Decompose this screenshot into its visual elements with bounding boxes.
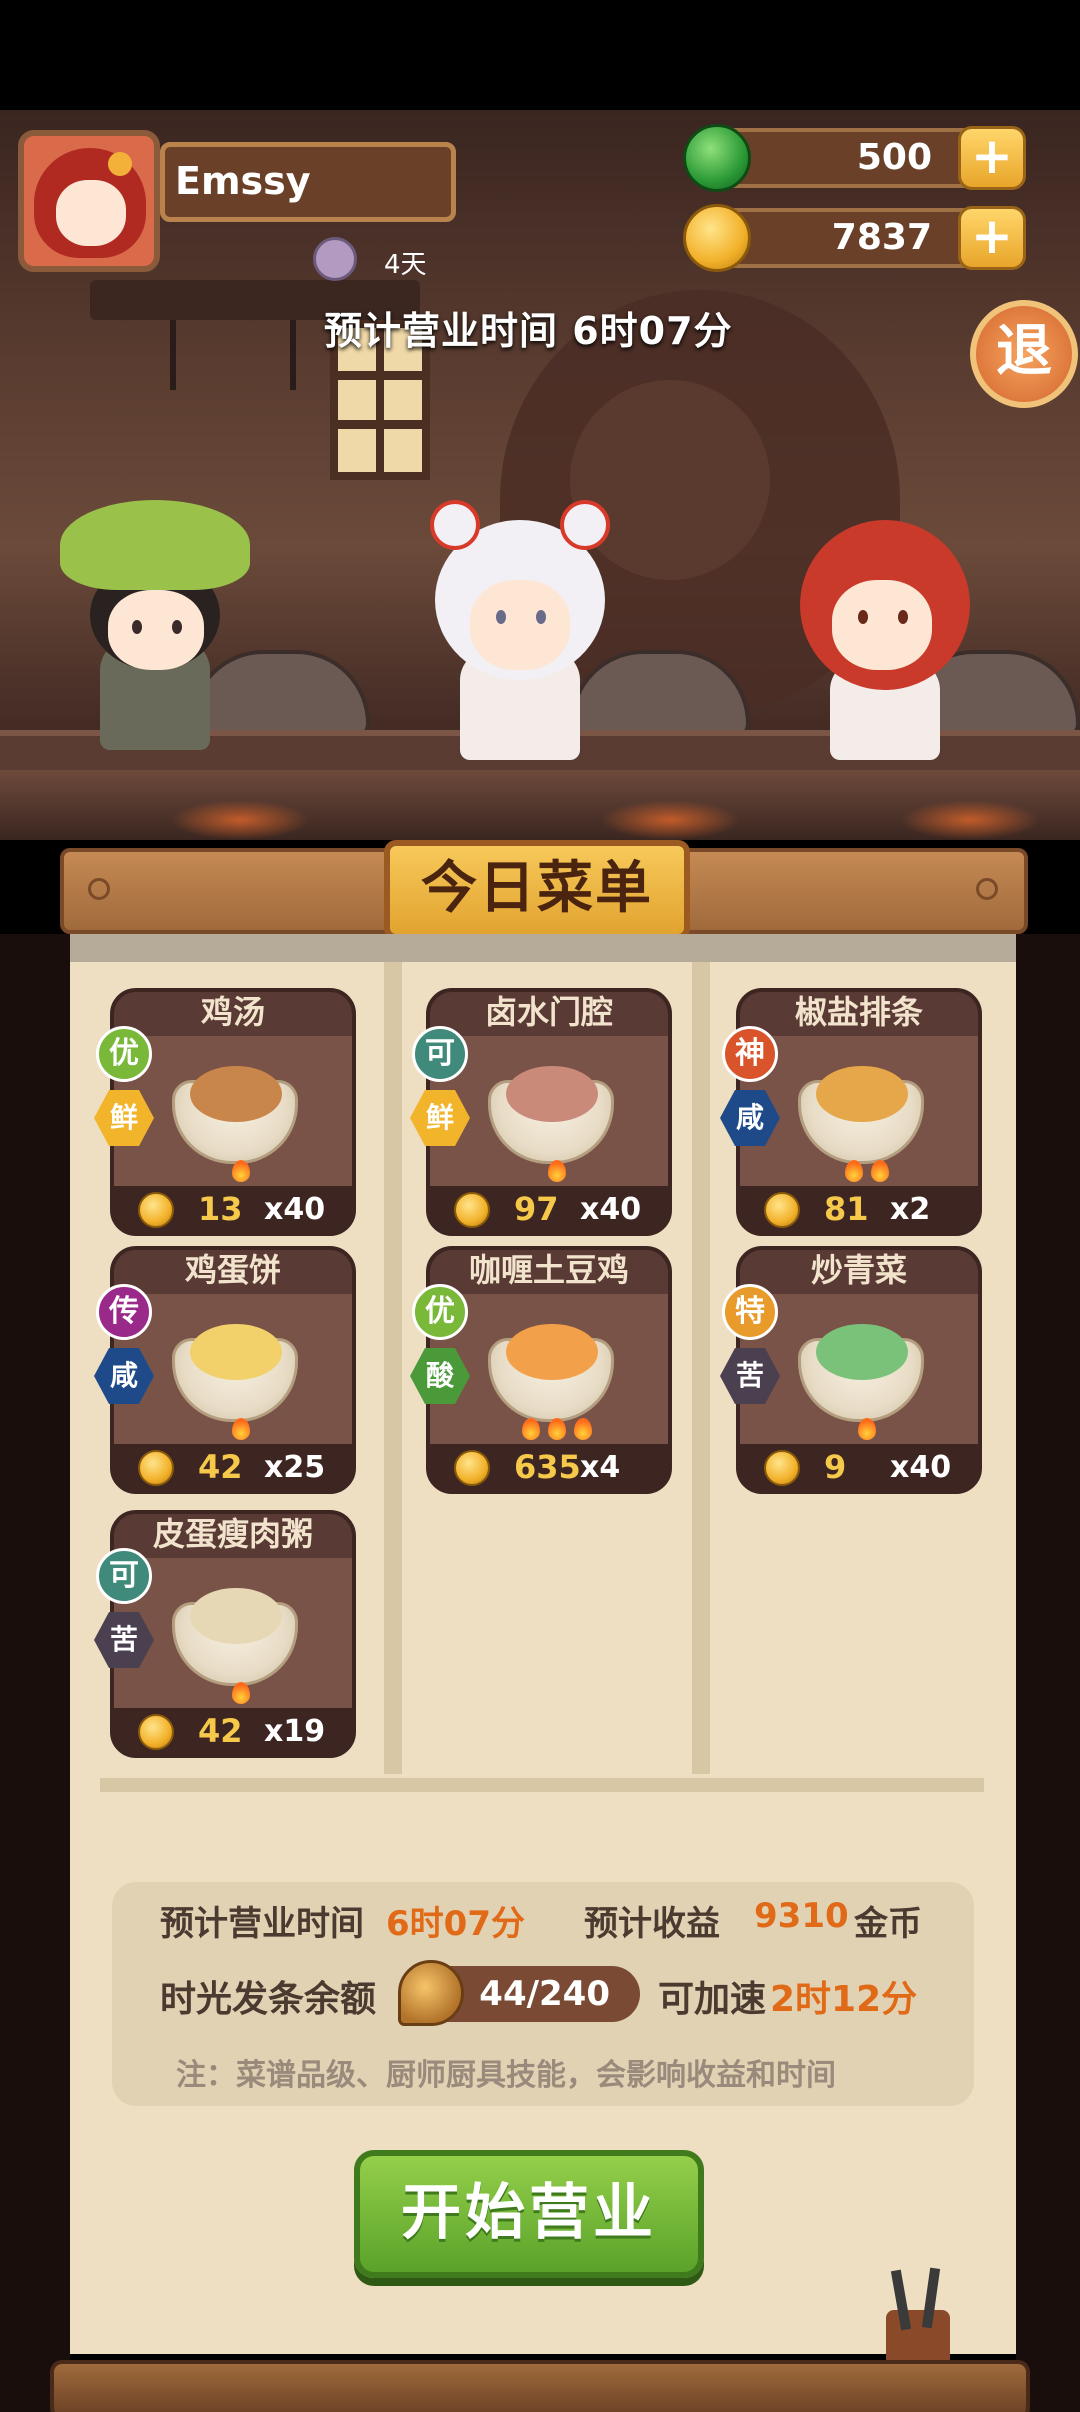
chef-character-leaf-hat[interactable] bbox=[60, 500, 250, 750]
dish-name: 卤水门腔 bbox=[484, 993, 613, 1031]
dish-grade-badge: 传 bbox=[96, 1284, 152, 1340]
flame-icon bbox=[232, 1682, 250, 1704]
dish-grade-badge: 神 bbox=[722, 1026, 778, 1082]
income-value: 9310 bbox=[754, 1896, 849, 1936]
dish-price: 42 bbox=[198, 1448, 243, 1486]
side-shadow bbox=[0, 934, 70, 2412]
business-time-value: 6时07分 bbox=[386, 1904, 525, 1944]
coin-icon bbox=[764, 1192, 800, 1228]
dish-name: 皮蛋瘦肉粥 bbox=[152, 1515, 313, 1553]
dish-grade-badge: 特 bbox=[722, 1284, 778, 1340]
income-label: 预计收益 bbox=[584, 1904, 720, 1944]
dish-quantity: x19 bbox=[264, 1714, 326, 1749]
dish-quantity: x2 bbox=[890, 1192, 931, 1227]
dish-food-icon bbox=[190, 1066, 282, 1122]
coin-icon bbox=[764, 1450, 800, 1486]
dish-grade-badge: 优 bbox=[96, 1026, 152, 1082]
chef-character-red-hair[interactable] bbox=[780, 510, 990, 760]
exit-button[interactable]: 退 bbox=[970, 300, 1078, 408]
dish-name: 咖喱土豆鸡 bbox=[468, 1251, 629, 1289]
status-bar bbox=[0, 0, 1080, 110]
stove-glow bbox=[600, 800, 740, 840]
dish-quantity: x40 bbox=[580, 1192, 642, 1227]
clockwork-key-icon bbox=[398, 1960, 464, 2026]
level-badge-icon bbox=[108, 152, 132, 176]
boost-label: 可加速 bbox=[658, 1979, 767, 2020]
flame-icon bbox=[522, 1418, 540, 1440]
dish-food-icon bbox=[190, 1324, 282, 1380]
side-shadow bbox=[1016, 934, 1080, 2412]
flame-icon bbox=[574, 1418, 592, 1440]
dish-name: 鸡蛋饼 bbox=[184, 1251, 281, 1289]
stove-glow bbox=[900, 800, 1040, 840]
player-avatar[interactable] bbox=[18, 130, 160, 272]
note-text: 注：菜谱品级、厨师厨具技能，会影响收益和时间 bbox=[176, 2058, 836, 2093]
dish-quantity: x4 bbox=[580, 1450, 621, 1485]
flame-icon bbox=[232, 1418, 250, 1440]
panel-top-edge bbox=[70, 934, 1016, 962]
coin-icon bbox=[683, 204, 751, 272]
flame-icon bbox=[845, 1160, 863, 1182]
dish-quantity: x25 bbox=[264, 1450, 326, 1485]
dish-price: 9 bbox=[824, 1448, 847, 1486]
flame-icon bbox=[548, 1418, 566, 1440]
dish-quantity: x40 bbox=[264, 1192, 326, 1227]
dish-food-icon bbox=[816, 1324, 908, 1380]
jade-icon bbox=[683, 124, 751, 192]
dish-grade-badge: 可 bbox=[412, 1026, 468, 1082]
player-name: Emssy bbox=[160, 142, 456, 222]
stove-glow bbox=[170, 800, 310, 840]
dish-grade-badge: 优 bbox=[412, 1284, 468, 1340]
chef-character-white-hair[interactable] bbox=[410, 500, 630, 760]
flame-icon bbox=[858, 1418, 876, 1440]
add-coins-button[interactable]: + bbox=[958, 206, 1026, 270]
clockwork-balance-label: 时光发条余额 bbox=[160, 1979, 377, 2020]
column-divider bbox=[392, 962, 402, 1774]
column-divider bbox=[700, 962, 710, 1774]
rail-rivet bbox=[88, 878, 110, 900]
days-icon bbox=[313, 237, 357, 281]
coin-icon bbox=[138, 1714, 174, 1750]
panel-divider bbox=[100, 1778, 984, 1792]
coin-icon bbox=[138, 1450, 174, 1486]
days-count: 4天 bbox=[384, 250, 427, 280]
dish-quantity: x40 bbox=[890, 1450, 952, 1485]
income-unit: 金币 bbox=[854, 1904, 922, 1944]
dish-price: 97 bbox=[514, 1190, 559, 1228]
dish-grade-badge: 可 bbox=[96, 1548, 152, 1604]
dish-price: 81 bbox=[824, 1190, 869, 1228]
dish-price: 42 bbox=[198, 1712, 243, 1750]
dish-food-icon bbox=[506, 1324, 598, 1380]
add-jade-button[interactable]: + bbox=[958, 126, 1026, 190]
coin-icon bbox=[138, 1192, 174, 1228]
dish-food-icon bbox=[506, 1066, 598, 1122]
flame-icon bbox=[548, 1160, 566, 1182]
dish-name: 炒青菜 bbox=[810, 1251, 907, 1289]
dish-price: 635 bbox=[514, 1448, 581, 1486]
hook bbox=[290, 320, 296, 390]
start-business-button[interactable]: 开始营业 bbox=[354, 2150, 704, 2278]
dish-price: 13 bbox=[198, 1190, 243, 1228]
dish-food-icon bbox=[816, 1066, 908, 1122]
dish-name: 鸡汤 bbox=[200, 993, 265, 1031]
business-time-banner: 预计营业时间 6时07分 bbox=[324, 309, 733, 353]
menu-title: 今日菜单 bbox=[384, 840, 690, 940]
dish-food-icon bbox=[190, 1588, 282, 1644]
flame-icon bbox=[232, 1160, 250, 1182]
coin-icon bbox=[454, 1192, 490, 1228]
hook bbox=[170, 320, 176, 390]
bottom-rail bbox=[50, 2360, 1030, 2412]
flame-icon bbox=[871, 1160, 889, 1182]
business-time-label: 预计营业时间 bbox=[160, 1904, 364, 1944]
rail-rivet bbox=[976, 878, 998, 900]
coin-icon bbox=[454, 1450, 490, 1486]
dish-name: 椒盐排条 bbox=[794, 993, 923, 1031]
boost-value: 2时12分 bbox=[770, 1979, 918, 2020]
